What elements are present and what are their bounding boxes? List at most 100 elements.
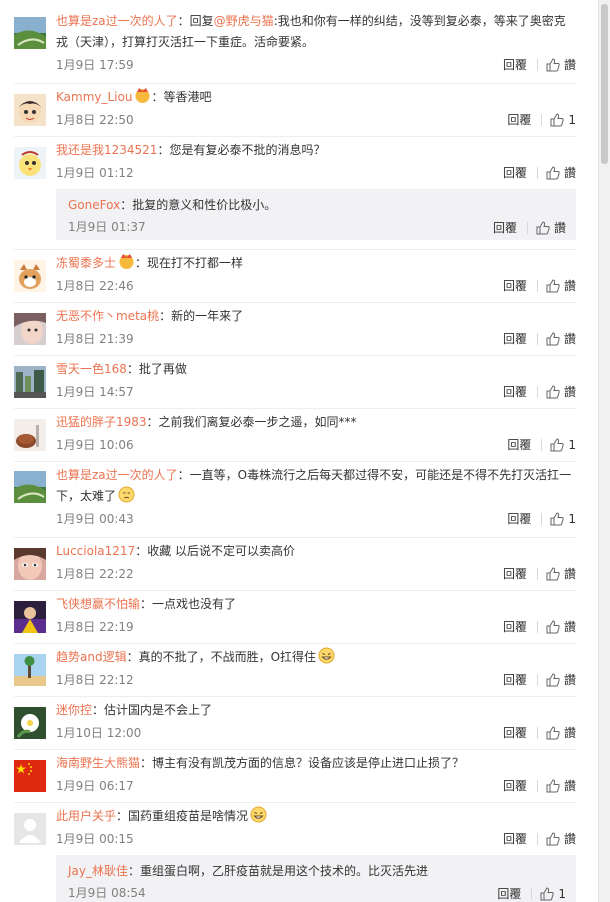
user-avatar[interactable] [14, 548, 46, 580]
reply-button[interactable]: 回覆 [507, 513, 543, 525]
username-link[interactable]: 也算是za过一次的人了 [56, 14, 178, 28]
username-link[interactable]: 冻蜀黍多士 [56, 256, 116, 270]
comment-item: Kammy_Liou ：等香港吧 1月8日 22:50 回覆 1 [14, 84, 576, 137]
like-count: 讚 [563, 832, 576, 846]
comment-feed: 也算是za过一次的人了：回复@野虎与猫:我也和你有一样的纠结，没等到复必泰，等来… [0, 0, 610, 902]
reply-button[interactable]: 回覆 [503, 621, 538, 633]
vip-badge-icon [134, 87, 151, 104]
thumbs-up-icon [546, 832, 560, 846]
reply-button[interactable]: 回覆 [503, 386, 538, 398]
comment-meta: 1月9日 00:15 回覆 讚 [56, 827, 576, 851]
comment-time: 1月8日 22:12 [56, 673, 134, 687]
comment-time: 1月8日 22:19 [56, 620, 134, 634]
user-avatar[interactable] [14, 94, 46, 126]
like-button[interactable]: 讚 [538, 615, 576, 639]
thumbs-up-icon [550, 113, 565, 127]
like-button[interactable]: 讚 [528, 217, 566, 239]
username-link[interactable]: Jay_林耿佳 [68, 864, 128, 878]
reply-button[interactable]: 回覆 [503, 59, 538, 71]
username-link[interactable]: 迷你控 [56, 703, 92, 717]
user-avatar[interactable] [14, 260, 46, 292]
comment-text: 无恶不作丶meta桃：新的一年来了 [56, 306, 576, 327]
reply-button[interactable]: 回覆 [503, 167, 538, 179]
like-button[interactable]: 讚 [538, 562, 576, 586]
username-link[interactable]: GoneFox [68, 198, 120, 212]
grin-emoji-icon [318, 647, 335, 664]
username-link[interactable]: 无恶不作丶meta桃 [56, 309, 159, 323]
like-count: 讚 [563, 332, 576, 346]
reply-button[interactable]: 回覆 [503, 280, 538, 292]
comment-content: ：之前我们离复必泰一步之遥，如同*** [146, 415, 357, 429]
reply-button[interactable]: 回覆 [503, 727, 538, 739]
reply-button[interactable]: 回覆 [503, 833, 538, 845]
user-avatar[interactable] [14, 760, 46, 792]
comment-time: 1月9日 06:17 [56, 779, 134, 793]
like-button[interactable]: 讚 [538, 53, 576, 77]
comment-item: 也算是za过一次的人了：一直等，O毒株流行之后每天都过得不安，可能还是不得不先打… [14, 462, 576, 538]
comment-actions: 回覆 1 [507, 108, 576, 132]
user-avatar[interactable] [14, 147, 46, 179]
user-avatar[interactable] [14, 471, 46, 503]
like-count: 讚 [563, 779, 576, 793]
user-avatar[interactable] [14, 654, 46, 686]
comment-item: 飞侠想赢不怕输：一点戏也没有了 1月8日 22:19 回覆 讚 [14, 591, 576, 644]
like-button[interactable]: 讚 [538, 827, 576, 851]
like-button[interactable]: 1 [532, 883, 566, 902]
like-button[interactable]: 讚 [538, 721, 576, 745]
like-count: 讚 [553, 221, 566, 235]
comment-list: 也算是za过一次的人了：回复@野虎与猫:我也和你有一样的纠结，没等到复必泰，等来… [14, 8, 576, 902]
like-count: 讚 [563, 58, 576, 72]
user-avatar[interactable] [14, 601, 46, 633]
comment-item: 趋势and逻辑：真的不批了，不战而胜，O扛得住 1月8日 22:12 回覆 讚 [14, 644, 576, 697]
like-button[interactable]: 讚 [538, 327, 576, 351]
vertical-scrollbar[interactable] [598, 0, 610, 902]
mention-link[interactable]: @野虎与猫 [214, 14, 274, 28]
username-link[interactable]: 我还是我1234521 [56, 143, 157, 157]
comment-meta: 1月8日 22:19 回覆 讚 [56, 615, 576, 639]
like-button[interactable]: 讚 [538, 668, 576, 692]
like-button[interactable]: 讚 [538, 274, 576, 298]
like-button[interactable]: 1 [542, 507, 576, 531]
username-link[interactable]: 此用户关乎 [56, 809, 116, 823]
like-button[interactable]: 讚 [538, 774, 576, 798]
user-avatar[interactable] [14, 419, 46, 451]
reply-button[interactable]: 回覆 [493, 222, 528, 234]
username-link[interactable]: 海南野生大熊猫 [56, 756, 140, 770]
username-link[interactable]: 飞侠想赢不怕输 [56, 597, 140, 611]
comment-meta: 1月9日 00:43 回覆 1 [56, 507, 576, 531]
comment-content: ：重组蛋白啊，乙肝疫苗就是用这个技术的。比灭活先进 [128, 864, 429, 878]
reply-button[interactable]: 回覆 [503, 568, 538, 580]
username-link[interactable]: Lucciola1217 [56, 544, 135, 558]
username-link[interactable]: 雪天一色168 [56, 362, 127, 376]
scrollbar-thumb[interactable] [601, 4, 608, 164]
username-link[interactable]: Kammy_Liou [56, 90, 132, 104]
user-avatar[interactable] [14, 707, 46, 739]
reply-button[interactable]: 回覆 [503, 333, 538, 345]
username-link[interactable]: 迅猛的胖子1983 [56, 415, 147, 429]
comment-item: 雪天一色168：批了再做 1月9日 14:57 回覆 讚 [14, 356, 576, 409]
comment-meta: 1月9日 17:59 回覆 讚 [56, 53, 576, 77]
reply-button[interactable]: 回覆 [507, 114, 543, 126]
comment-meta: 1月8日 22:46 回覆 讚 [56, 274, 576, 298]
like-count: 讚 [563, 166, 576, 180]
reply-button[interactable]: 回覆 [497, 888, 533, 900]
like-button[interactable]: 1 [542, 433, 576, 457]
reply-button[interactable]: 回覆 [507, 439, 543, 451]
reply-button[interactable]: 回覆 [503, 780, 538, 792]
sad-face-emoji-icon [118, 486, 135, 503]
comment-text: 冻蜀黍多士 ：现在打不打都一样 [56, 253, 576, 274]
user-avatar[interactable] [14, 17, 46, 49]
username-link[interactable]: 也算是za过一次的人了 [56, 468, 178, 482]
user-avatar[interactable] [14, 313, 46, 345]
reply-button[interactable]: 回覆 [503, 674, 538, 686]
comment-time: 1月8日 22:50 [56, 113, 134, 127]
like-button[interactable]: 讚 [538, 380, 576, 404]
thumbs-up-icon [546, 332, 560, 346]
like-count: 讚 [563, 385, 576, 399]
username-link[interactable]: 趋势and逻辑 [56, 650, 127, 664]
user-avatar[interactable] [14, 813, 46, 845]
user-avatar[interactable] [14, 366, 46, 398]
like-button[interactable]: 1 [542, 108, 576, 132]
comment-content: ：收藏 以后说不定可以卖高价 [135, 544, 296, 558]
like-button[interactable]: 讚 [538, 161, 576, 185]
